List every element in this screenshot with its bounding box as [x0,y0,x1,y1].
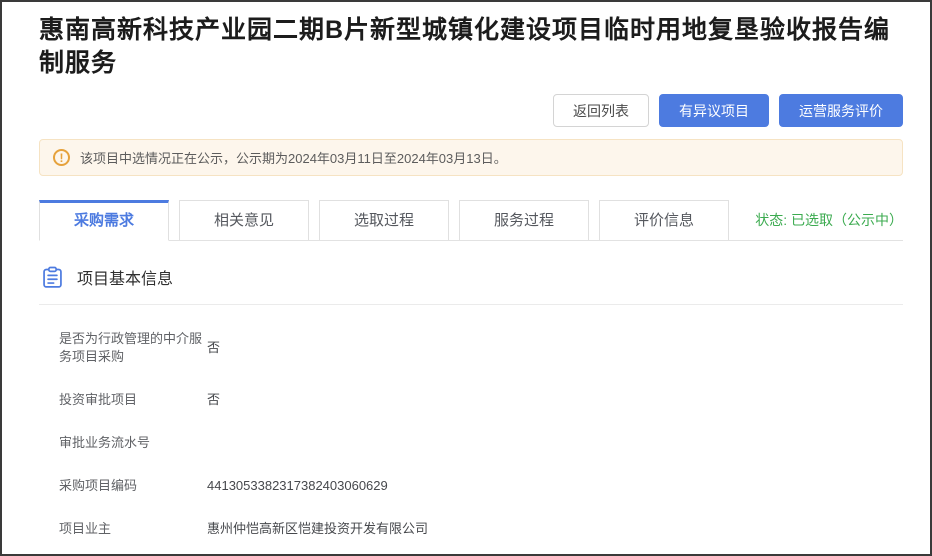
objection-project-button[interactable]: 有异议项目 [659,94,769,127]
field-value: 4413053382317382403060629 [207,477,388,495]
section-title: 项目基本信息 [77,265,173,289]
tab-procurement-requirements[interactable]: 采购需求 [39,200,169,241]
back-to-list-button[interactable]: 返回列表 [553,94,649,127]
tab-selection-process[interactable]: 选取过程 [319,200,449,240]
field-label: 项目业主 [59,520,207,538]
action-bar: 返回列表 有异议项目 运营服务评价 [39,94,903,127]
service-evaluation-button[interactable]: 运营服务评价 [779,94,903,127]
field-label: 审批业务流水号 [59,434,207,452]
basic-info-fields: 是否为行政管理的中介服务项目采购 否 投资审批项目 否 审批业务流水号 采购项目… [39,330,903,538]
field-label: 投资审批项目 [59,391,207,409]
field-row-procurement-project-code: 采购项目编码 4413053382317382403060629 [59,477,903,495]
tab-related-opinions[interactable]: 相关意见 [179,200,309,240]
page-title: 惠南高新科技产业园二期B片新型城镇化建设项目临时用地复垦验收报告编制服务 [39,14,899,80]
field-label: 是否为行政管理的中介服务项目采购 [59,330,207,366]
clipboard-icon [41,266,64,289]
tab-evaluation-info[interactable]: 评价信息 [599,200,729,240]
tab-service-process[interactable]: 服务过程 [459,200,589,240]
project-detail-page: 惠南高新科技产业园二期B片新型城镇化建设项目临时用地复垦验收报告编制服务 返回列… [2,14,930,538]
section-header-basic-info: 项目基本信息 [39,265,903,289]
notice-text: 该项目中选情况正在公示，公示期为2024年03月11日至2024年03月13日。 [80,148,507,167]
field-row-investment-approval: 投资审批项目 否 [59,391,903,409]
field-row-approval-serial-number: 审批业务流水号 [59,434,903,452]
field-value: 否 [207,391,220,409]
warning-icon: ! [53,149,70,166]
publicity-notice-bar: ! 该项目中选情况正在公示，公示期为2024年03月11日至2024年03月13… [39,139,903,176]
field-row-intermediary-service: 是否为行政管理的中介服务项目采购 否 [59,330,903,366]
section-divider [39,304,903,305]
field-value: 惠州仲恺高新区恺建投资开发有限公司 [207,520,428,538]
status-badge: 状态: 已选取（公示中） [755,210,903,230]
field-value: 否 [207,339,220,357]
field-label: 采购项目编码 [59,477,207,495]
field-row-project-owner: 项目业主 惠州仲恺高新区恺建投资开发有限公司 [59,520,903,538]
tab-bar: 采购需求 相关意见 选取过程 服务过程 评价信息 状态: 已选取（公示中） [39,200,903,241]
